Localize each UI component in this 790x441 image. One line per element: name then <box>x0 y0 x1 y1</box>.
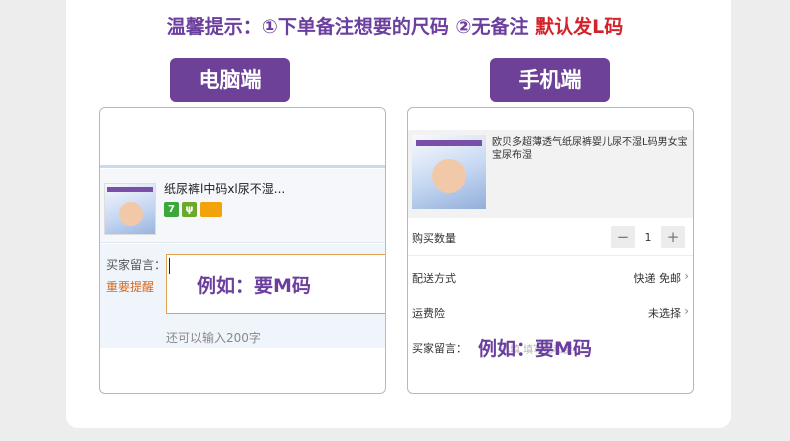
product-thumbnail[interactable] <box>412 135 486 209</box>
buyer-message-section: 买家留言： 重要提醒 例如：要M码 还可以输入200字 <box>100 244 385 348</box>
seven-day-return-icon[interactable]: 7 <box>164 202 179 217</box>
notice-highlight: 默认发L码 <box>535 16 624 38</box>
quantity-row: 购买数量 − 1 + <box>408 218 693 256</box>
decrease-button[interactable]: − <box>611 226 635 248</box>
product-title[interactable]: 欧贝多超薄透气纸尿裤婴儿尿不湿L码男女宝宝尿布湿 <box>492 136 688 162</box>
notice-text: 温馨提示：①下单备注想要的尺码 ②无备注 <box>166 16 536 38</box>
shipping-value: 快递 免邮 <box>633 272 682 285</box>
service-icons: 7 ψ <box>164 202 222 217</box>
char-count: 还可以输入200字 <box>166 331 261 345</box>
example-annotation: 例如：要M码 <box>197 275 311 297</box>
mobile-label: 手机端 <box>490 58 610 102</box>
example-annotation: 例如：要M码 <box>478 338 592 360</box>
chevron-right-icon: › <box>684 304 689 318</box>
quantity-stepper[interactable]: − 1 + <box>611 225 685 249</box>
insurance-value: 未选择 <box>648 307 681 320</box>
desktop-label: 电脑端 <box>170 58 290 102</box>
insurance-label: 运费险 <box>412 307 445 320</box>
increase-button[interactable]: + <box>661 226 685 248</box>
buyer-message-input[interactable]: 例如：要M码 <box>166 254 385 314</box>
product-row: 纸尿裤l中码xl尿不湿... 7 ψ <box>100 169 385 243</box>
product-row: 欧贝多超薄透气纸尿裤婴儿尿不湿L码男女宝宝尿布湿 <box>408 130 693 218</box>
insurance-row[interactable]: 运费险 未选择 › <box>408 293 693 331</box>
mobile-order-panel: 欧贝多超薄透气纸尿裤婴儿尿不湿L码男女宝宝尿布湿 购买数量 − 1 + 配送方式… <box>407 107 694 394</box>
divider <box>100 165 385 168</box>
desktop-order-panel: 纸尿裤l中码xl尿不湿... 7 ψ 买家留言： 重要提醒 例如：要M码 还可以… <box>99 107 386 394</box>
shipping-label: 配送方式 <box>412 272 456 285</box>
product-thumbnail[interactable] <box>104 183 156 235</box>
guarantee-icon[interactable]: ψ <box>182 202 197 217</box>
quantity-label: 购买数量 <box>412 232 456 245</box>
shipping-row[interactable]: 配送方式 快递 免邮 › <box>408 258 693 296</box>
buyer-message-label: 买家留言： <box>412 342 467 355</box>
important-reminder: 重要提醒 <box>106 280 155 294</box>
quantity-value[interactable]: 1 <box>635 231 661 244</box>
product-title[interactable]: 纸尿裤l中码xl尿不湿... <box>164 180 285 197</box>
notice-banner: 温馨提示：①下单备注想要的尺码 ②无备注 默认发L码 <box>0 12 790 39</box>
credit-card-icon[interactable] <box>200 202 222 217</box>
chevron-right-icon: › <box>684 269 689 283</box>
buyer-message-label: 买家留言： <box>106 258 167 272</box>
buyer-message-row[interactable]: 买家留言： 选填 填写已和卖... 例如：要M码 <box>408 328 693 366</box>
text-caret <box>169 258 170 274</box>
